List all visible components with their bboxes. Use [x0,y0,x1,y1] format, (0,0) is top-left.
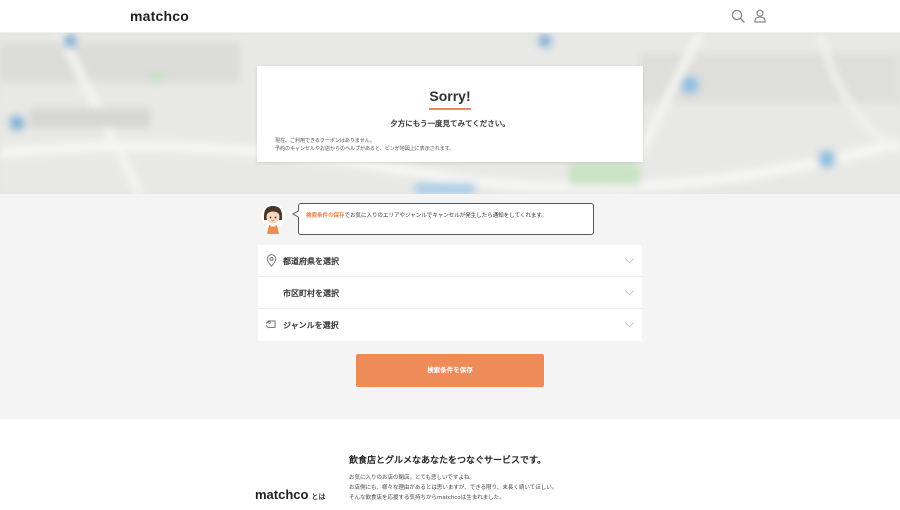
notice-text: 検索条件の保存でお気に入りのエリアやジャンルでキャンセルが発生したら通知をしてく… [306,211,547,219]
about-line-2: お店側にも、様々な理由があるとは思いますが、できる限り、末長く続いてほしい。 [349,485,558,491]
city-select-label: 市区町村を選択 [283,289,339,298]
chevron-down-icon [625,258,634,264]
sorry-subtitle: 夕方にもう一度見てみてください。 [390,119,510,128]
site-logo[interactable]: matchco [130,8,189,24]
about-line-3: そんな飲食店を応援する気持ちからmatchcoは生まれました。 [349,495,505,501]
sorry-title: Sorry! [429,88,471,104]
about-logo: matchco とは [255,487,325,502]
bubble-tail-inner [294,211,299,217]
about-heading: 飲食店とグルメなあなたをつなぐサービスです。 [349,456,547,466]
prefecture-select-label: 都道府県を選択 [283,257,339,266]
genre-select-label: ジャンルを選択 [283,321,339,330]
about-section: 飲食店とグルメなあなたをつなぐサービスです。 お気に入りのお店の閉店。とても悲し… [0,419,900,510]
site-header: matchco [0,0,900,33]
chevron-down-icon [625,322,634,328]
search-icon[interactable] [731,9,745,23]
sorry-note-line-1: 現在、ご利用できるクーポンはありません。 [275,138,375,144]
guide-avatar [261,204,285,234]
chevron-down-icon [625,290,634,296]
about-line-1: お気に入りのお店の閉店。とても悲しいですよね。 [349,475,475,481]
tag-icon [266,320,276,329]
save-search-button[interactable]: 検索条件を保存 [356,354,544,387]
notice-body: でお気に入りのエリアやジャンルでキャンセルが発生したら通知をしてくれます。 [344,213,547,219]
notice-highlight[interactable]: 検索条件の保存 [306,213,345,219]
genre-select[interactable]: ジャンルを選択 [258,309,642,341]
user-icon[interactable] [753,9,767,23]
city-select[interactable]: 市区町村を選択 [258,277,642,309]
no-coupon-card: Sorry! 夕方にもう一度見てみてください。 現在、ご利用できるクーポンはあり… [257,66,643,162]
title-underline [429,108,471,110]
map-pin-icon [266,254,277,267]
about-logo-text: matchco [255,487,309,502]
sorry-note-line-2: 予約のキャンセルやお店からのヘルプがあると、ピンが地図上に表示されます。 [275,146,455,152]
prefecture-select[interactable]: 都道府県を選択 [258,245,642,277]
notice-bubble: 検索条件の保存でお気に入りのエリアやジャンルでキャンセルが発生したら通知をしてく… [298,203,594,235]
filter-panel: 都道府県を選択 市区町村を選択 ジャンルを選択 [258,245,642,341]
about-logo-suffix: とは [311,494,326,501]
